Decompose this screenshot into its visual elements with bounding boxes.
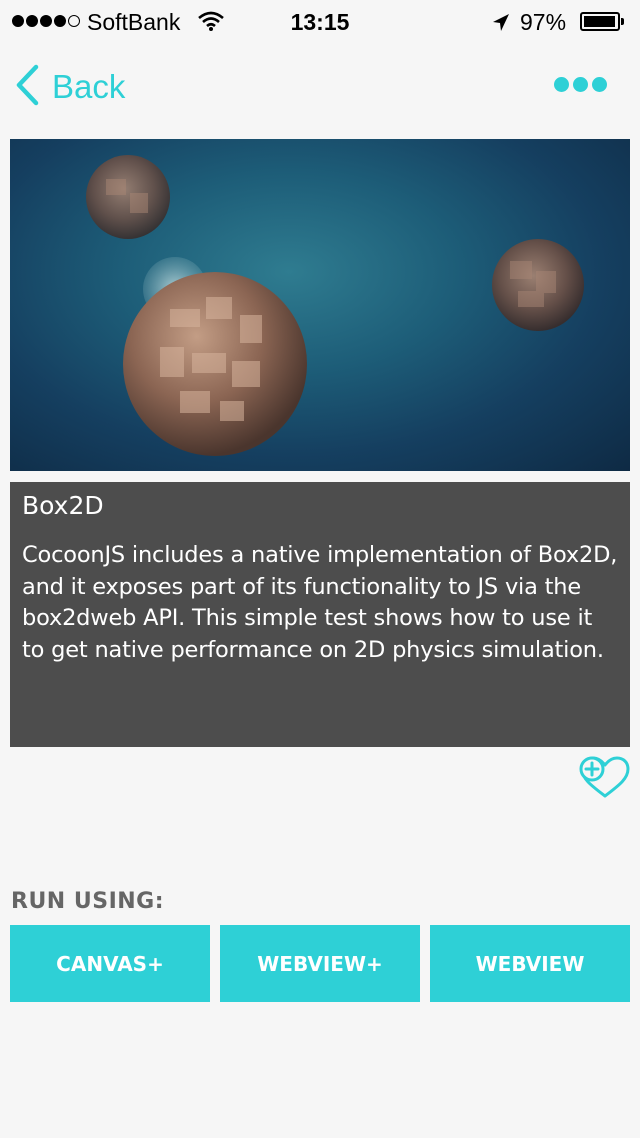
run-canvas-plus-button[interactable]: CANVAS+ [10, 925, 210, 1002]
run-webview-button[interactable]: WEBVIEW [430, 925, 630, 1002]
run-webview-plus-button[interactable]: WEBVIEW+ [220, 925, 420, 1002]
demo-preview-image [10, 139, 630, 471]
more-dots-icon[interactable] [554, 77, 607, 92]
navigation-bar: Back [0, 44, 640, 128]
location-arrow-icon [492, 12, 510, 39]
run-using-label: RUN USING: [11, 889, 165, 914]
add-favorite-button[interactable] [578, 756, 632, 804]
demo-title: Box2D [22, 491, 104, 520]
battery-icon [580, 12, 620, 31]
back-label: Back [52, 68, 126, 105]
heart-plus-icon [578, 756, 632, 804]
chevron-left-icon [14, 64, 42, 110]
demo-description: CocoonJS includes a native implementatio… [22, 542, 618, 663]
battery-percent: 97% [520, 9, 567, 35]
status-bar: SoftBank 13:15 97% [0, 0, 640, 44]
battery-tip [621, 18, 624, 25]
demo-info-card: Box2D CocoonJS includes a native impleme… [10, 482, 630, 747]
back-button[interactable]: Back [14, 64, 125, 110]
